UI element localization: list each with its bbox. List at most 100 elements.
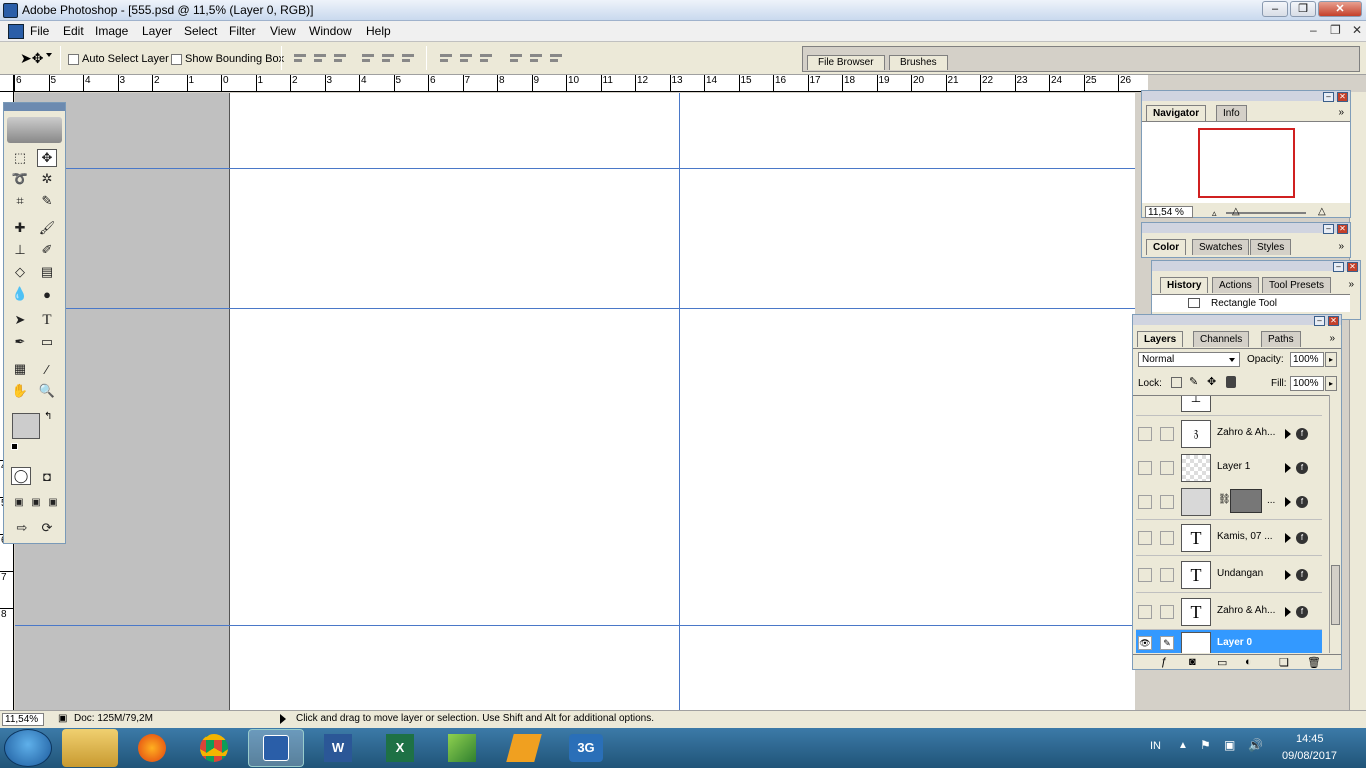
blur-tool-icon[interactable]: 💧 [10, 285, 30, 303]
eyedropper-tool-icon[interactable]: ⁄ [37, 360, 57, 378]
panel-menu-icon[interactable]: » [1329, 333, 1335, 344]
auto-select-checkbox[interactable] [68, 54, 79, 65]
tab-channels[interactable]: Channels [1193, 331, 1250, 347]
fill-field[interactable]: 100% [1290, 376, 1324, 391]
crop-tool-icon[interactable]: ⌗ [10, 192, 30, 210]
link-toggle[interactable] [1160, 461, 1174, 475]
photoshop-taskbar-icon[interactable] [248, 729, 304, 767]
visibility-toggle[interactable] [1138, 461, 1152, 475]
tab-tool-presets[interactable]: Tool Presets [1262, 277, 1332, 293]
menu-edit[interactable]: Edit [63, 24, 84, 38]
tab-navigator[interactable]: Navigator [1146, 105, 1207, 121]
menu-view[interactable]: View [270, 24, 296, 38]
winamp-icon[interactable] [496, 729, 552, 767]
adobe-online-icon[interactable] [7, 117, 62, 143]
quick-mask-icon[interactable]: ◘ [37, 467, 57, 485]
panel-minimize-icon[interactable]: – [1323, 224, 1334, 234]
expand-effects-icon[interactable] [1285, 497, 1291, 507]
align-vcenter-icon[interactable] [312, 52, 328, 64]
start-button[interactable] [4, 729, 52, 767]
status-menu-arrow-icon[interactable] [280, 714, 286, 724]
zoom-tool-icon[interactable]: 🔍 [37, 382, 57, 400]
app-icon[interactable] [434, 729, 490, 767]
gradient-tool-icon[interactable]: ▤ [37, 263, 57, 281]
doc-info-icon[interactable]: ▣ [58, 713, 67, 724]
guide-horizontal[interactable] [15, 308, 1135, 309]
move-tool-icon[interactable]: ➤✥ [20, 50, 43, 67]
vertical-scrollbar[interactable] [1349, 92, 1366, 710]
restore-button[interactable]: ❐ [1290, 1, 1316, 17]
layer-row[interactable]: Layer 1 f [1136, 450, 1322, 486]
distribute-left-icon[interactable] [508, 52, 524, 64]
marquee-tool-icon[interactable]: ⬚ [10, 149, 30, 167]
align-right-icon[interactable] [400, 52, 416, 64]
distribute-bottom-icon[interactable] [478, 52, 494, 64]
visibility-toggle[interactable] [1138, 605, 1152, 619]
canvas-area[interactable] [15, 93, 1135, 710]
tab-info[interactable]: Info [1216, 105, 1247, 121]
tab-brushes[interactable]: Brushes [889, 55, 948, 70]
imageready-icon[interactable]: ⟳ [37, 519, 57, 537]
guide-horizontal[interactable] [15, 625, 1135, 626]
expand-effects-icon[interactable] [1285, 429, 1291, 439]
align-top-icon[interactable] [292, 52, 308, 64]
expand-effects-icon[interactable] [1285, 570, 1291, 580]
distribute-hcenter-icon[interactable] [528, 52, 544, 64]
panel-menu-icon[interactable]: » [1338, 241, 1344, 252]
align-hcenter-icon[interactable] [380, 52, 396, 64]
doc-close-button[interactable]: ✕ [1352, 23, 1362, 37]
document-canvas[interactable] [229, 93, 1135, 710]
visibility-toggle[interactable] [1138, 427, 1152, 441]
lasso-tool-icon[interactable]: ➰ [10, 170, 30, 188]
firefox-icon[interactable] [124, 729, 180, 767]
align-left-icon[interactable] [360, 52, 376, 64]
distribute-top-icon[interactable] [438, 52, 454, 64]
healing-brush-icon[interactable]: ✚ [10, 219, 30, 237]
scrollbar-thumb[interactable] [1331, 565, 1340, 625]
tool-preset-dropdown-icon[interactable] [46, 53, 52, 57]
doc-restore-button[interactable]: ❐ [1330, 23, 1341, 37]
eraser-tool-icon[interactable]: ◇ [10, 263, 30, 281]
fill-slider-button[interactable]: ▸ [1325, 376, 1337, 391]
3g-modem-icon[interactable]: 3G [558, 729, 614, 767]
layer-row[interactable]: ⊥ [1136, 396, 1322, 416]
tab-swatches[interactable]: Swatches [1192, 239, 1250, 255]
layer-row-selected[interactable]: 👁 ✎ Layer 0 [1136, 630, 1322, 653]
chrome-icon[interactable] [186, 729, 242, 767]
expand-effects-icon[interactable] [1285, 607, 1291, 617]
layer-row[interactable]: 𝔷 Zahro & Ah... f [1136, 416, 1322, 452]
minimize-button[interactable]: – [1262, 1, 1288, 17]
close-button[interactable]: ✕ [1318, 1, 1362, 17]
navigator-zoom-field[interactable]: 11,54 % [1145, 206, 1193, 218]
opacity-slider-button[interactable]: ▸ [1325, 352, 1337, 367]
tab-actions[interactable]: Actions [1212, 277, 1259, 293]
notes-tool-icon[interactable]: ▦ [10, 360, 30, 378]
guide-vertical[interactable] [679, 93, 680, 710]
language-indicator[interactable]: IN [1150, 740, 1161, 752]
visibility-toggle[interactable] [1138, 568, 1152, 582]
link-toggle[interactable] [1160, 568, 1174, 582]
swap-colors-icon[interactable]: ↰ [44, 411, 52, 422]
zoom-slider-thumb-icon[interactable]: △ [1232, 206, 1240, 217]
type-tool-icon[interactable]: T [37, 311, 57, 329]
eye-icon[interactable]: 👁 [1138, 636, 1152, 650]
move-tool-icon[interactable]: ✥ [37, 149, 57, 167]
guide-horizontal[interactable] [15, 168, 1135, 169]
link-toggle[interactable] [1160, 495, 1174, 509]
layer-row[interactable]: T Zahro & Ah... f [1136, 594, 1322, 630]
tab-color[interactable]: Color [1146, 239, 1187, 255]
menu-select[interactable]: Select [184, 24, 217, 38]
clone-stamp-icon[interactable]: ⊥ [10, 241, 30, 259]
blend-mode-select[interactable]: Normal [1138, 352, 1240, 367]
photoshop-app-icon[interactable] [3, 3, 18, 18]
panel-minimize-icon[interactable]: – [1323, 92, 1334, 102]
lock-image-icon[interactable]: ✎ [1189, 375, 1198, 388]
network-icon[interactable]: ▣ [1224, 738, 1235, 752]
pen-tool-icon[interactable]: ✒ [10, 333, 30, 351]
zoom-out-icon[interactable]: ▵ [1212, 208, 1217, 219]
action-center-flag-icon[interactable]: ⚑ [1200, 738, 1211, 752]
horizontal-ruler[interactable]: 6 5 4 3 2 1 0 1 2 3 4 5 6 7 8 9 10 11 12 13 14 15 16 17 18 19 20 21… [14, 75, 1148, 92]
visibility-toggle[interactable] [1138, 495, 1152, 509]
lock-all-icon[interactable] [1226, 376, 1236, 388]
adjustment-layer-icon[interactable]: ◐ [1245, 656, 1252, 668]
